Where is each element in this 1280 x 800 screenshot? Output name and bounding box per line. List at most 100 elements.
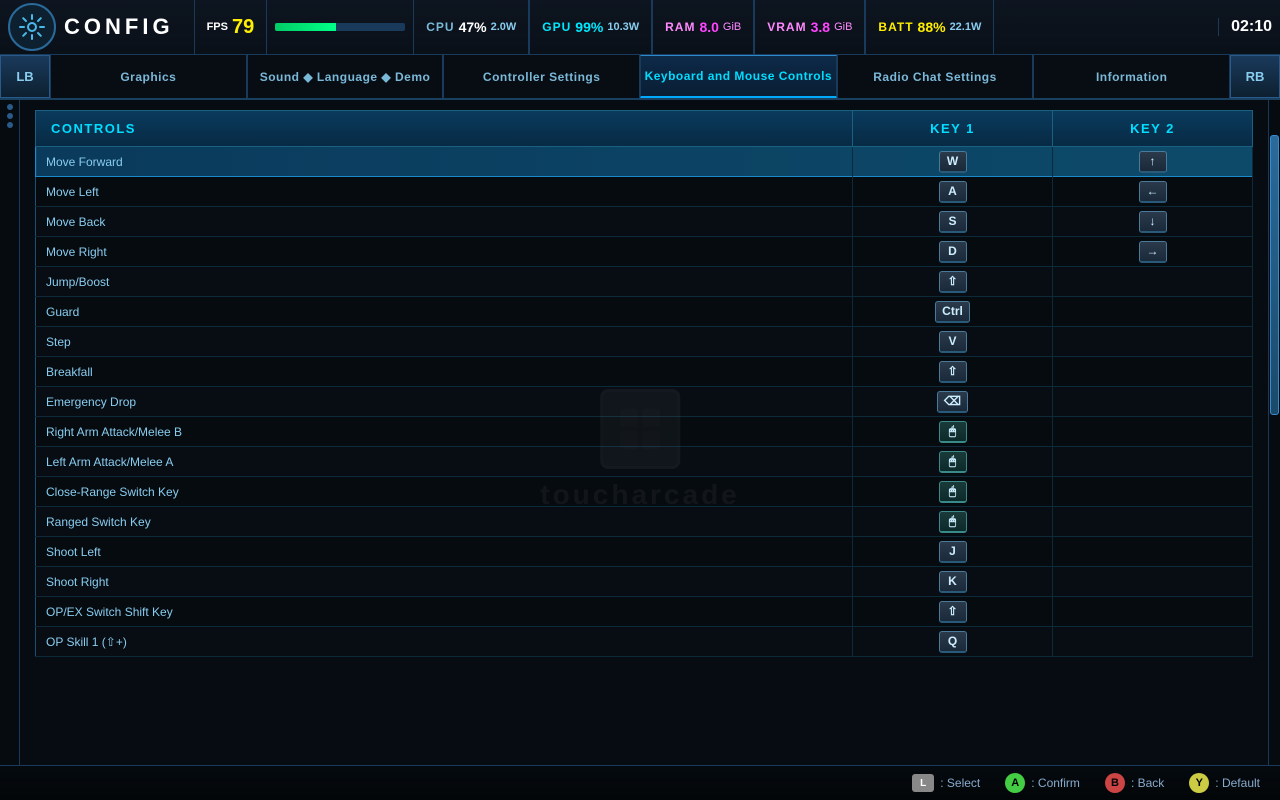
table-row[interactable]: GuardCtrl [36,297,1253,327]
key1-cell[interactable]: 🖱 [853,417,1053,447]
key2-cell[interactable] [1053,597,1253,627]
key2-cell[interactable] [1053,537,1253,567]
header-key2: Key 2 [1053,111,1253,147]
scroll-thumb[interactable] [1270,135,1279,415]
tab-information[interactable]: Information [1033,55,1230,98]
gpu-percent: 99% [575,19,603,35]
key2-cell[interactable] [1053,327,1253,357]
key1-cell[interactable]: ⌫ [853,387,1053,417]
key2-cell[interactable] [1053,447,1253,477]
scroll-indicator [7,122,13,128]
fps-segment: FPS 79 [194,0,268,54]
key1-cell[interactable]: V [853,327,1053,357]
gpu-label: GPU [542,20,571,34]
control-name: Emergency Drop [36,387,853,417]
key-badge: Ctrl [935,301,970,323]
key-badge: ↓ [1139,211,1167,233]
fps-value: 79 [232,16,254,39]
table-row[interactable]: Close-Range Switch Key🖱 [36,477,1253,507]
key1-cell[interactable]: 🖱 [853,447,1053,477]
key1-cell[interactable]: K [853,567,1053,597]
left-strip [0,100,20,800]
table-row[interactable]: Move LeftA← [36,177,1253,207]
vram-label: VRAM [767,20,806,34]
key1-cell[interactable]: S [853,207,1053,237]
table-row[interactable]: Ranged Switch Key🖱 [36,507,1253,537]
key2-cell[interactable] [1053,417,1253,447]
table-row[interactable]: Move Back S ↓ [36,207,1253,237]
hint-confirm-label: : Confirm [1031,776,1080,790]
key1-cell[interactable]: 🖱 [853,507,1053,537]
key-badge: → [1139,241,1167,263]
hud-time: 02:10 [1218,18,1272,36]
key2-cell[interactable] [1053,567,1253,597]
key2-cell[interactable]: ← [1053,177,1253,207]
table-row[interactable]: Breakfall⇧ [36,357,1253,387]
table-row[interactable]: StepV [36,327,1253,357]
hint-back-label: : Back [1131,776,1164,790]
key1-cell[interactable]: W [853,147,1053,177]
key2-cell[interactable] [1053,297,1253,327]
control-name: Left Arm Attack/Melee A [36,447,853,477]
tab-controller[interactable]: Controller Settings [443,55,640,98]
top-hud: CONFIG FPS 79 CPU 47% 2.0W GPU 99% 10.3W… [0,0,1280,55]
control-name: Move Back [36,207,853,237]
key1-cell[interactable]: 🖱 [853,477,1053,507]
control-name: Move Forward [36,147,853,177]
table-row[interactable]: Right Arm Attack/Melee B🖱 [36,417,1253,447]
key-badge: S [939,211,967,233]
key1-cell[interactable]: ⇧ [853,597,1053,627]
tab-sound[interactable]: Sound ◆ Language ◆ Demo [247,55,444,98]
tab-graphics[interactable]: Graphics [50,55,247,98]
tab-keyboard[interactable]: Keyboard and Mouse Controls [640,55,837,98]
key2-cell[interactable]: ↑ [1053,147,1253,177]
key1-cell[interactable]: Q [853,627,1053,657]
key-badge: K [939,571,967,593]
ram-segment: RAM 8.0 GiB [652,0,754,54]
table-row[interactable]: Emergency Drop⌫ [36,387,1253,417]
table-row[interactable]: Jump/Boost ⇧ [36,267,1253,297]
key-badge: J [939,541,967,563]
key1-cell[interactable]: Ctrl [853,297,1053,327]
control-name: Shoot Right [36,567,853,597]
key2-cell[interactable] [1053,627,1253,657]
batt-label: BATT [878,20,913,34]
key1-cell[interactable]: ⇧ [853,267,1053,297]
key2-cell[interactable] [1053,267,1253,297]
key2-cell[interactable] [1053,387,1253,417]
table-row[interactable]: Shoot Right K [36,567,1253,597]
cpu-watts: 2.0W [491,21,517,33]
tabs-row: LB Graphics Sound ◆ Language ◆ Demo Cont… [0,55,1280,100]
tab-lb-button[interactable]: LB [0,55,50,98]
table-row[interactable]: Move ForwardW↑ [36,147,1253,177]
bottom-bar: L : Select A : Confirm B : Back Y : Defa… [0,765,1280,800]
key-badge: ⇧ [939,271,967,293]
key1-cell[interactable]: ⇧ [853,357,1053,387]
key-badge: ⇧ [939,361,967,383]
key2-cell[interactable] [1053,507,1253,537]
table-row[interactable]: Left Arm Attack/Melee A🖱 [36,447,1253,477]
control-name: Jump/Boost [36,267,853,297]
control-name: Move Right [36,237,853,267]
key2-cell[interactable]: ↓ [1053,207,1253,237]
table-row[interactable]: Shoot LeftJ [36,537,1253,567]
batt-segment: BATT 88% 22.1W [865,0,994,54]
hint-select-label: : Select [940,776,980,790]
vram-segment: VRAM 3.8 GiB [754,0,865,54]
key1-cell[interactable]: J [853,537,1053,567]
key1-cell[interactable]: D [853,237,1053,267]
controls-table: CONTROLS Key 1 Key 2 Move ForwardW↑Move … [35,110,1253,657]
scroll-track[interactable] [1268,100,1280,800]
table-row[interactable]: OP/EX Switch Shift Key⇧ [36,597,1253,627]
key-badge: ⇧ [939,601,967,623]
key2-cell[interactable] [1053,477,1253,507]
tab-rb-button[interactable]: RB [1230,55,1280,98]
table-row[interactable]: OP Skill 1 (⇧+)Q [36,627,1253,657]
key2-cell[interactable] [1053,357,1253,387]
table-row[interactable]: Move RightD → [36,237,1253,267]
control-name: OP Skill 1 (⇧+) [36,627,853,657]
vram-unit: GiB [834,21,852,33]
tab-radio[interactable]: Radio Chat Settings [837,55,1034,98]
key2-cell[interactable]: → [1053,237,1253,267]
key1-cell[interactable]: A [853,177,1053,207]
